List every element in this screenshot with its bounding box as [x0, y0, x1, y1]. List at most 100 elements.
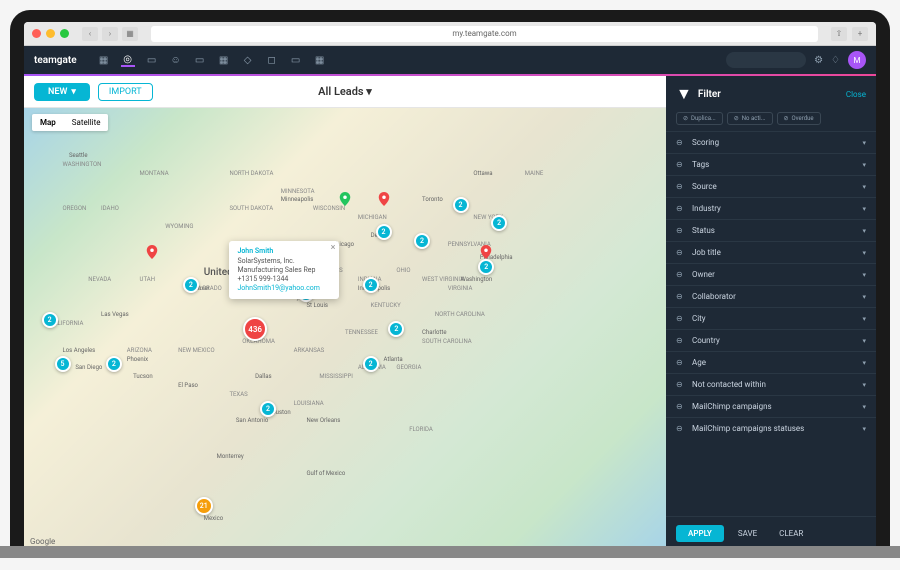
screen: ‹ › ▦ my.teamgate.com ⇧ + teamgate ▦ ◎ ▭…	[24, 22, 876, 550]
tabs-button[interactable]: ▦	[122, 27, 138, 41]
state-label: NEW MEXICO	[178, 347, 215, 354]
filter-chip[interactable]: ⊘Duplica...	[676, 112, 723, 125]
filter-item[interactable]: ⊖Country▾	[666, 329, 876, 351]
map-marker[interactable]: 2	[491, 215, 507, 231]
map-marker[interactable]: 5	[55, 356, 71, 372]
close-window-icon[interactable]	[32, 29, 41, 38]
back-button[interactable]: ‹	[82, 27, 98, 41]
map-pin[interactable]	[338, 191, 352, 205]
new-tab-icon[interactable]: +	[852, 27, 868, 41]
nav-more-icon[interactable]: ▦	[313, 53, 327, 67]
settings-icon[interactable]: ⚙	[814, 55, 823, 66]
address-bar[interactable]: my.teamgate.com	[151, 26, 818, 42]
filter-item[interactable]: ⊖MailChimp campaigns▾	[666, 395, 876, 417]
popup-phone: +1315 999-1344	[237, 275, 331, 284]
minimize-window-icon[interactable]	[46, 29, 55, 38]
maximize-window-icon[interactable]	[60, 29, 69, 38]
filter-item-label: Country	[692, 336, 720, 345]
map-marker[interactable]: 2	[183, 277, 199, 293]
filter-item[interactable]: ⊖Scoring▾	[666, 131, 876, 153]
filter-item-icon: ⊖	[676, 314, 686, 323]
map-canvas[interactable]: United States Google WASHINGTONMONTANANO…	[24, 108, 666, 550]
map-type-satellite[interactable]: Satellite	[64, 114, 109, 131]
map-marker[interactable]: 2	[478, 259, 494, 275]
clear-button[interactable]: CLEAR	[771, 525, 811, 542]
filter-item[interactable]: ⊖City▾	[666, 307, 876, 329]
state-label: FLORIDA	[409, 426, 433, 433]
map-marker[interactable]: 21	[195, 497, 213, 515]
filter-item-label: MailChimp campaigns	[692, 402, 772, 411]
apply-button[interactable]: APPLY	[676, 525, 724, 542]
filter-item-icon: ⊖	[676, 402, 686, 411]
map-marker[interactable]: 2	[376, 224, 392, 240]
filter-item-icon: ⊖	[676, 336, 686, 345]
new-button[interactable]: NEW ▾	[34, 83, 90, 101]
nav-dashboard-icon[interactable]: ▦	[97, 53, 111, 67]
state-label: UTAH	[140, 276, 155, 283]
map-marker[interactable]: 2	[42, 312, 58, 328]
filter-item[interactable]: ⊖Collaborator▾	[666, 285, 876, 307]
nav-reports-icon[interactable]: ▭	[289, 53, 303, 67]
filter-item-icon: ⊖	[676, 358, 686, 367]
chevron-down-icon: ▾	[862, 161, 866, 169]
filter-item-icon: ⊖	[676, 138, 686, 147]
import-button[interactable]: IMPORT	[98, 83, 153, 101]
filter-close-link[interactable]: Close	[846, 90, 866, 99]
search-input[interactable]	[726, 52, 806, 68]
avatar[interactable]: M	[848, 51, 866, 69]
popup-email[interactable]: JohnSmith19@yahoo.com	[237, 284, 331, 293]
filter-item[interactable]: ⊖Status▾	[666, 219, 876, 241]
map-marker[interactable]: 2	[363, 356, 379, 372]
filter-chip[interactable]: ⊘Overdue	[777, 112, 821, 125]
nav-calendar-icon[interactable]: ▦	[217, 53, 231, 67]
city-label: San Diego	[75, 364, 102, 371]
nav-chat-icon[interactable]: ◇	[241, 53, 255, 67]
filter-item[interactable]: ⊖Owner▾	[666, 263, 876, 285]
state-label: OREGON	[63, 205, 87, 212]
chevron-down-icon: ▾	[862, 183, 866, 191]
map-marker[interactable]: 436	[243, 317, 267, 341]
nav-deals-icon[interactable]: ▭	[193, 53, 207, 67]
filter-item-label: City	[692, 314, 706, 323]
filter-item[interactable]: ⊖Industry▾	[666, 197, 876, 219]
map-pin[interactable]	[145, 244, 159, 258]
leads-toolbar: NEW ▾ IMPORT All Leads ▾	[24, 76, 666, 108]
map-pin[interactable]	[479, 244, 493, 258]
chevron-down-icon: ▾	[862, 381, 866, 389]
city-label: Gulf of Mexico	[306, 470, 345, 477]
popup-company: SolarSystems, Inc.	[237, 257, 331, 266]
nav-leads-icon[interactable]: ◎	[121, 53, 135, 67]
filter-panel: ▼ Filter Close ⊘Duplica...⊘No acti...⊘Ov…	[666, 76, 876, 550]
state-label: SOUTH CAROLINA	[422, 338, 472, 345]
close-icon[interactable]: ×	[331, 243, 336, 253]
city-label: Tucson	[133, 373, 153, 380]
bell-icon[interactable]: ♢	[831, 55, 840, 66]
filter-item[interactable]: ⊖Age▾	[666, 351, 876, 373]
nav-contacts-icon[interactable]: ▭	[145, 53, 159, 67]
nav-files-icon[interactable]: ◻	[265, 53, 279, 67]
share-icon[interactable]: ⇧	[831, 27, 847, 41]
traffic-lights	[32, 29, 69, 38]
map-marker[interactable]: 2	[453, 197, 469, 213]
laptop-frame: ‹ › ▦ my.teamgate.com ⇧ + teamgate ▦ ◎ ▭…	[10, 10, 890, 550]
map-type-map[interactable]: Map	[32, 114, 64, 131]
page-title[interactable]: All Leads ▾	[318, 85, 372, 98]
forward-button[interactable]: ›	[102, 27, 118, 41]
map-marker[interactable]: 2	[260, 401, 276, 417]
filter-item[interactable]: ⊖Job title▾	[666, 241, 876, 263]
filter-item[interactable]: ⊖Source▾	[666, 175, 876, 197]
map-marker[interactable]: 2	[388, 321, 404, 337]
save-button[interactable]: SAVE	[730, 525, 765, 542]
map-marker[interactable]: 2	[363, 277, 379, 293]
map-marker[interactable]: 2	[106, 356, 122, 372]
map-marker[interactable]: 2	[414, 233, 430, 249]
filter-item[interactable]: ⊖Tags▾	[666, 153, 876, 175]
filter-icon: ▼	[676, 84, 692, 104]
filter-chip[interactable]: ⊘No acti...	[727, 112, 773, 125]
filter-item[interactable]: ⊖MailChimp campaigns statuses▾	[666, 417, 876, 439]
city-label: Atlanta	[384, 356, 403, 363]
city-label: Ottawa	[473, 170, 492, 177]
nav-people-icon[interactable]: ☺	[169, 53, 183, 67]
filter-item[interactable]: ⊖Not contacted within▾	[666, 373, 876, 395]
map-pin[interactable]	[377, 191, 391, 205]
